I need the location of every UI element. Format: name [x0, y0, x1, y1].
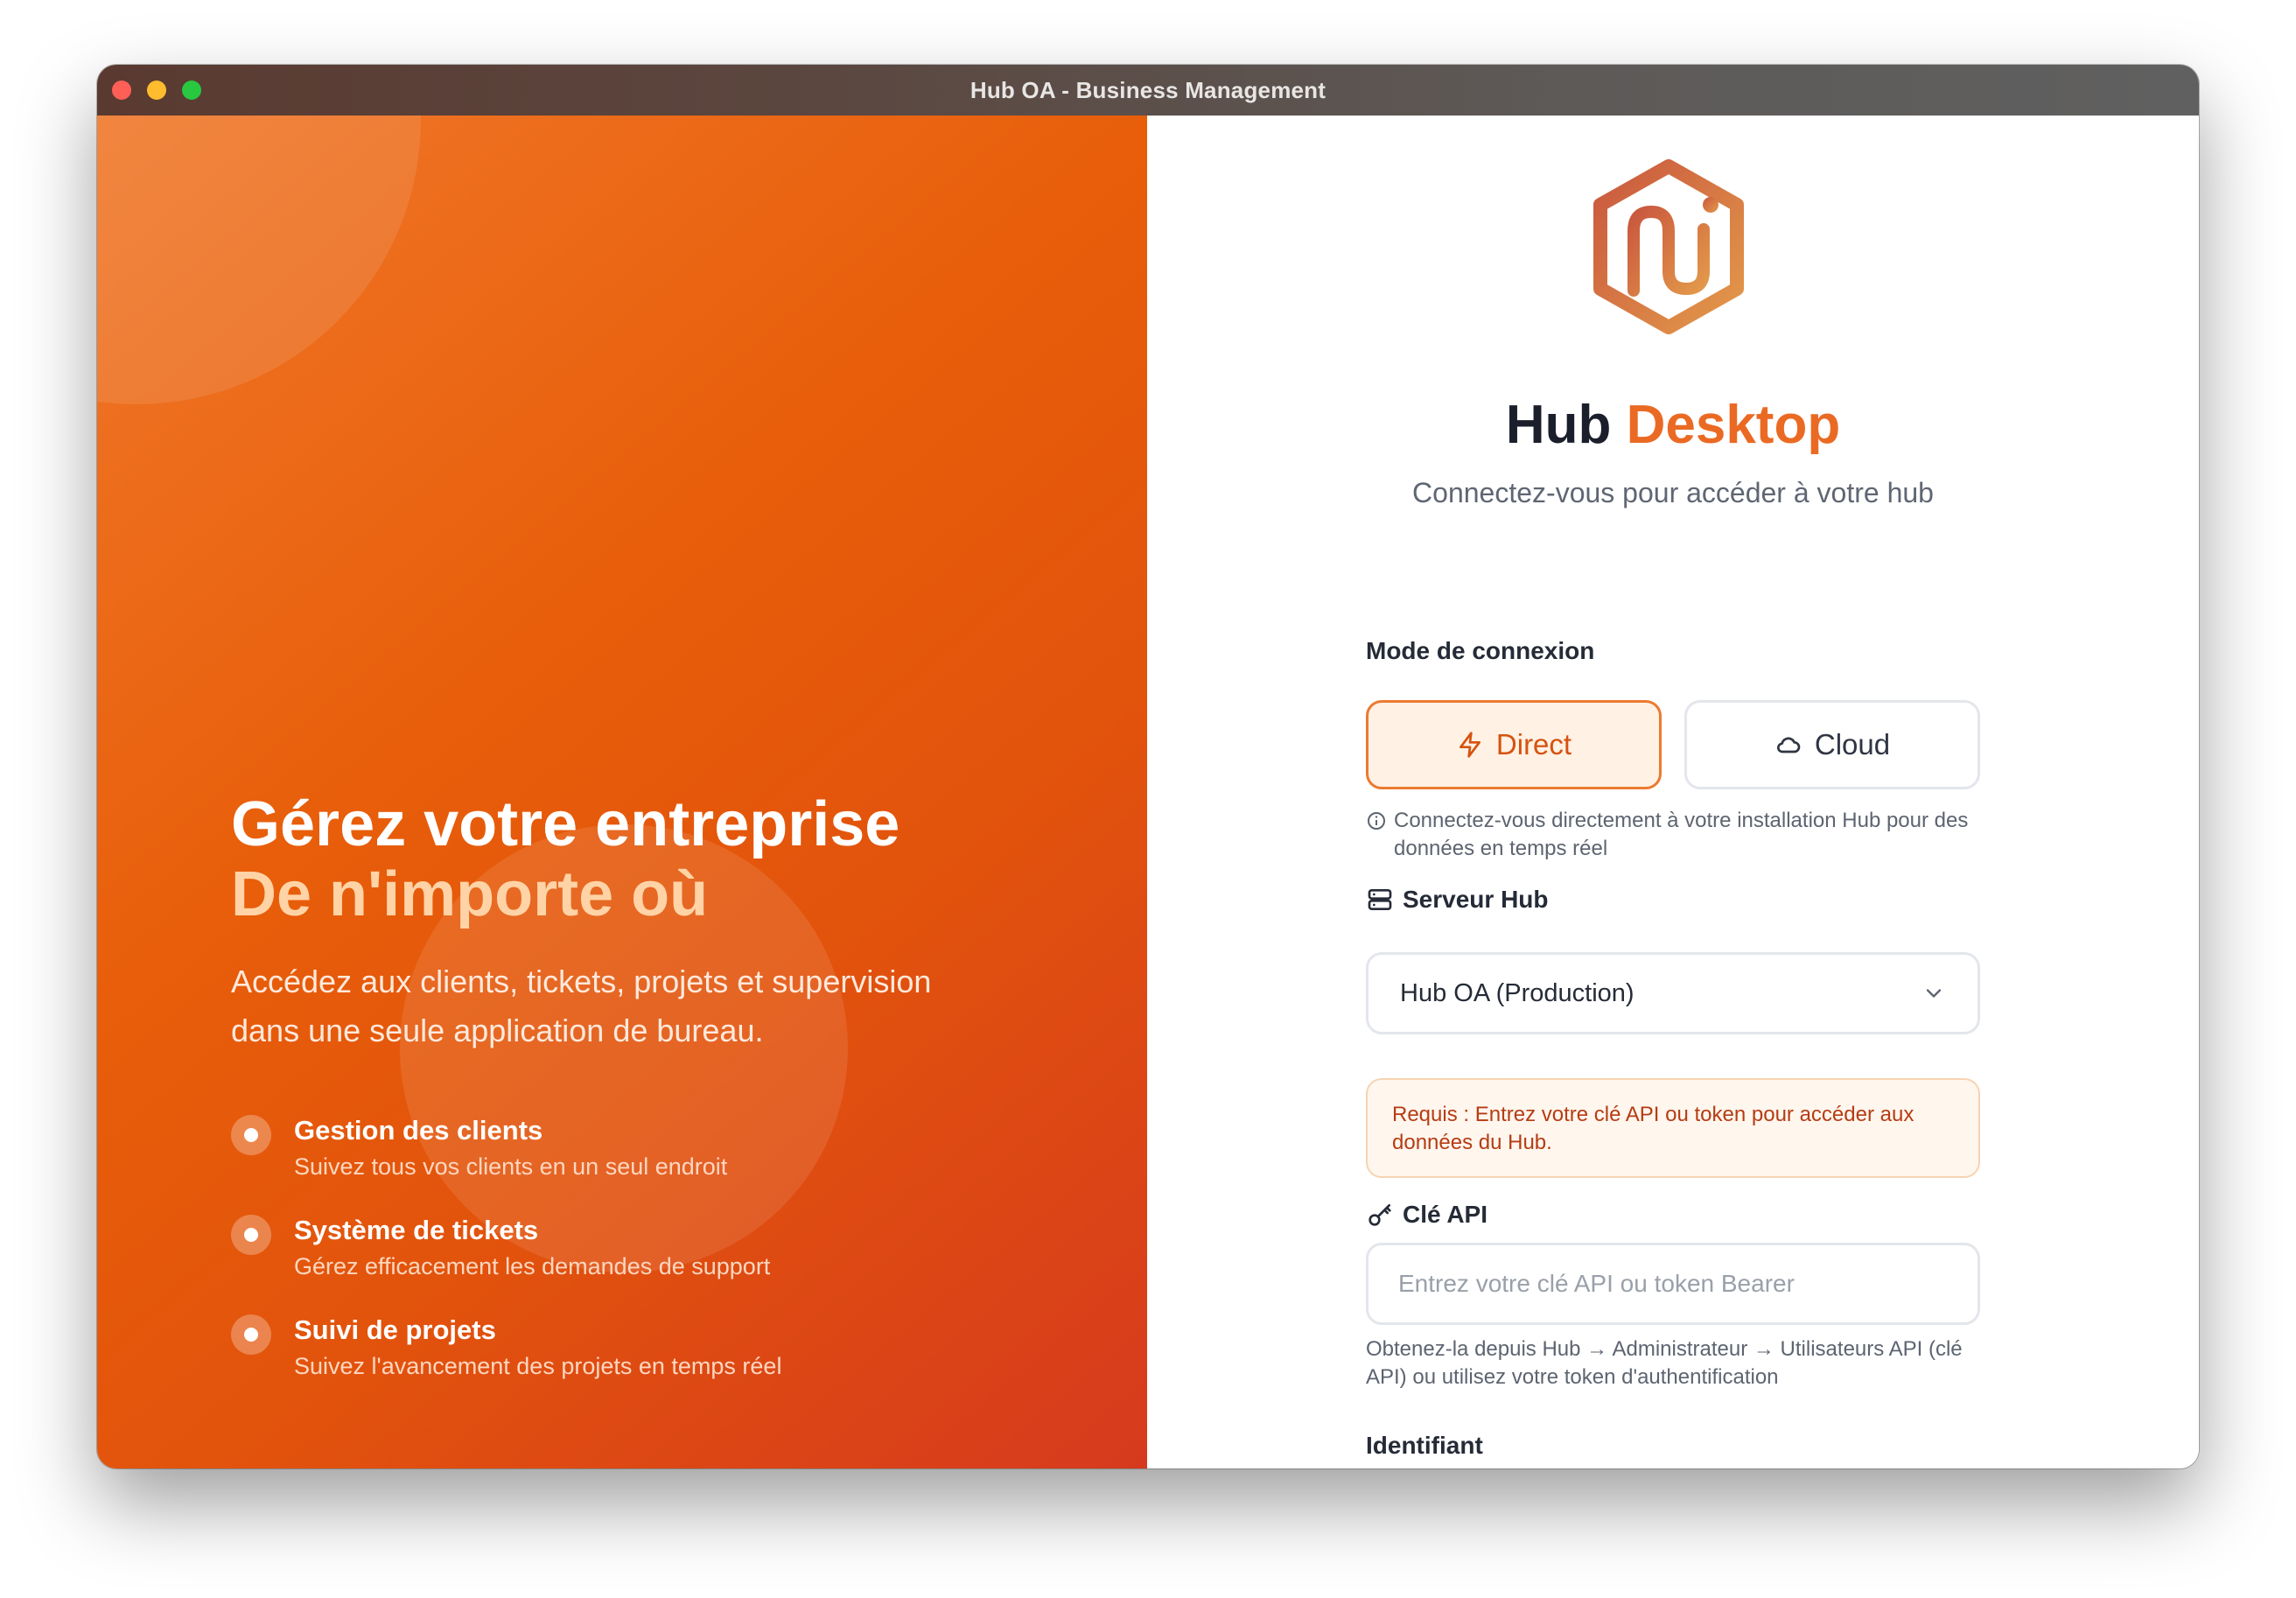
hero-accent-title: De n'importe où	[231, 859, 709, 929]
api-required-warning: Requis : Entrez votre clé API ou token p…	[1366, 1078, 1980, 1178]
bullet-icon	[231, 1215, 271, 1255]
feature-item: Système de tickets Gérez efficacement le…	[231, 1213, 1106, 1283]
feature-subtitle: Suivez l'avancement des projets en temps…	[294, 1353, 782, 1379]
direct-mode-button[interactable]: Direct	[1366, 700, 1662, 789]
api-key-label-text: Clé API	[1403, 1201, 1488, 1228]
cloud-mode-label: Cloud	[1814, 728, 1891, 760]
bullet-icon	[231, 1115, 271, 1155]
brand-title: Hub Desktop	[1147, 394, 2199, 456]
feature-subtitle: Gérez efficacement les demandes de suppo…	[294, 1253, 771, 1279]
app-window: Hub OA - Business Management Gérez votre…	[97, 65, 2199, 1468]
cloud-mode-button[interactable]: Cloud	[1684, 700, 1980, 789]
chevron-down-icon	[1926, 989, 1942, 998]
login-panel: Hub Desktop Connectez-vous pour accéder …	[1147, 116, 2199, 1468]
info-icon	[1368, 812, 1385, 830]
window-controls	[112, 81, 201, 100]
feature-list: Gestion des clients Suivez tous vos clie…	[231, 1113, 1106, 1383]
api-key-input[interactable]	[1366, 1243, 1980, 1325]
minimize-window-button[interactable]	[147, 81, 166, 100]
key-icon	[1368, 1204, 1391, 1226]
api-key-label: Clé API	[1366, 1201, 1488, 1229]
promo-panel: Gérez votre entreprise De n'importe où A…	[97, 116, 1147, 1468]
direct-mode-label: Direct	[1495, 728, 1572, 760]
window-title: Hub OA - Business Management	[970, 76, 1326, 103]
connection-mode-selector: Direct Cloud	[1366, 700, 1980, 789]
decorative-circle	[97, 116, 421, 404]
connection-hint: Connectez-vous directement à votre insta…	[1366, 807, 1980, 863]
server-icon	[1368, 889, 1392, 910]
connection-mode-label: Mode de connexion	[1366, 637, 1595, 664]
cloud-icon	[1776, 737, 1801, 753]
hero-description: Accédez aux clients, tickets, projets et…	[231, 964, 932, 1048]
feature-title: Suivi de projets	[294, 1314, 496, 1345]
screen: Hub OA - Business Management Gérez votre…	[0, 0, 2296, 1598]
brand-subtitle: Connectez-vous pour accéder à votre hub	[1412, 477, 1934, 508]
feature-item: Suivi de projets Suivez l'avancement des…	[231, 1313, 1106, 1383]
server-label-text: Serveur Hub	[1403, 886, 1549, 913]
brand-accent: Desktop	[1626, 395, 1841, 455]
title-bar: Hub OA - Business Management	[97, 65, 2199, 116]
server-label: Serveur Hub	[1366, 886, 1549, 914]
lightning-icon	[1459, 732, 1480, 758]
brand-name: Hub	[1505, 395, 1612, 455]
identifier-label: Identifiant	[1366, 1432, 1483, 1459]
hub-logo-icon	[1593, 159, 1744, 334]
hero-title: Gérez votre entreprise	[231, 789, 900, 859]
maximize-window-button[interactable]	[182, 81, 201, 100]
server-select[interactable]: Hub OA (Production)	[1366, 952, 1980, 1034]
bullet-icon	[231, 1314, 271, 1355]
server-selected-value: Hub OA (Production)	[1400, 978, 1634, 1007]
connection-hint-text: Connectez-vous directement à votre insta…	[1394, 809, 1969, 860]
feature-item: Gestion des clients Suivez tous vos clie…	[231, 1113, 1106, 1183]
close-window-button[interactable]	[112, 81, 131, 100]
feature-title: Gestion des clients	[294, 1115, 543, 1146]
feature-subtitle: Suivez tous vos clients en un seul endro…	[294, 1153, 728, 1180]
api-key-help: Obtenez-la depuis Hub → Administrateur →…	[1366, 1337, 1963, 1389]
hero: Gérez votre entreprise De n'importe où A…	[231, 789, 1106, 1412]
feature-title: Système de tickets	[294, 1215, 539, 1245]
